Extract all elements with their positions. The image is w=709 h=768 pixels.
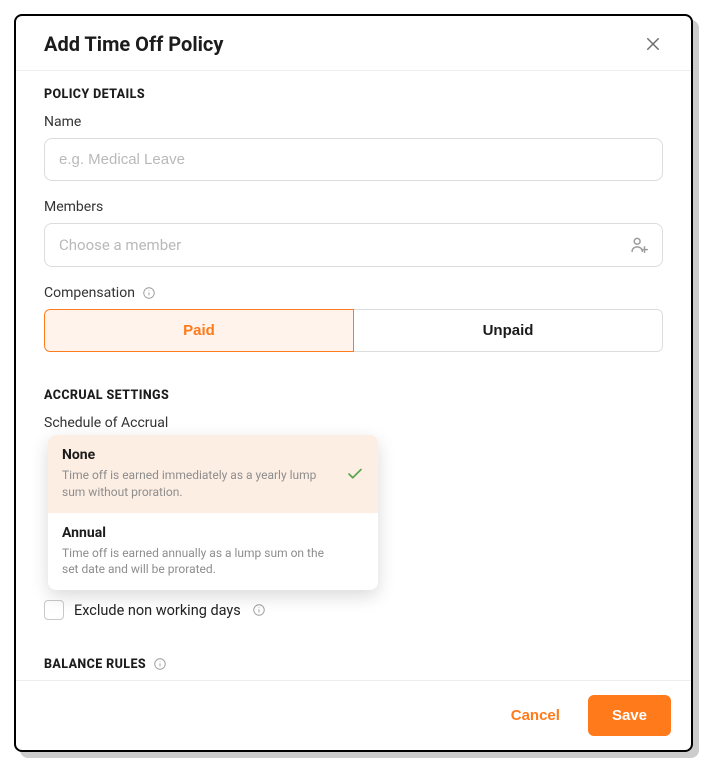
modal-header: Add Time Off Policy	[16, 16, 691, 70]
section-balance: BALANCE RULES	[44, 656, 663, 672]
cancel-button[interactable]: Cancel	[507, 697, 564, 734]
section-policy-details: POLICY DETAILS	[44, 87, 663, 102]
section-accrual: ACCRUAL SETTINGS	[44, 388, 663, 403]
info-icon[interactable]	[251, 602, 267, 618]
close-icon[interactable]	[643, 34, 663, 54]
schedule-label: Schedule of Accrual	[44, 415, 663, 431]
members-label: Members	[44, 199, 663, 215]
exclude-label: Exclude non working days	[74, 602, 241, 619]
compensation-label: Compensation	[44, 285, 663, 301]
compensation-toggle: Paid Unpaid	[44, 309, 663, 352]
modal-footer: Cancel Save	[16, 680, 691, 750]
info-icon[interactable]	[152, 656, 168, 672]
schedule-option-none[interactable]: None Time off is earned immediately as a…	[48, 435, 378, 513]
modal-body: POLICY DETAILS Name Members Choose a mem…	[16, 71, 691, 680]
save-button[interactable]: Save	[588, 695, 671, 736]
name-input[interactable]	[44, 138, 663, 181]
add-time-off-modal: Add Time Off Policy POLICY DETAILS Name …	[14, 14, 693, 752]
add-member-icon[interactable]	[628, 234, 650, 256]
modal-title: Add Time Off Policy	[44, 32, 223, 56]
name-label: Name	[44, 114, 663, 130]
exclude-checkbox[interactable]	[44, 600, 64, 620]
exclude-row: Exclude non working days	[44, 600, 663, 620]
members-input[interactable]: Choose a member	[44, 223, 663, 267]
compensation-paid[interactable]: Paid	[44, 309, 354, 352]
members-placeholder: Choose a member	[59, 236, 628, 254]
schedule-dropdown: None Time off is earned immediately as a…	[48, 435, 378, 590]
check-icon	[346, 465, 364, 483]
info-icon[interactable]	[141, 285, 157, 301]
compensation-unpaid[interactable]: Unpaid	[354, 309, 663, 352]
schedule-option-annual[interactable]: Annual Time off is earned annually as a …	[48, 513, 378, 591]
